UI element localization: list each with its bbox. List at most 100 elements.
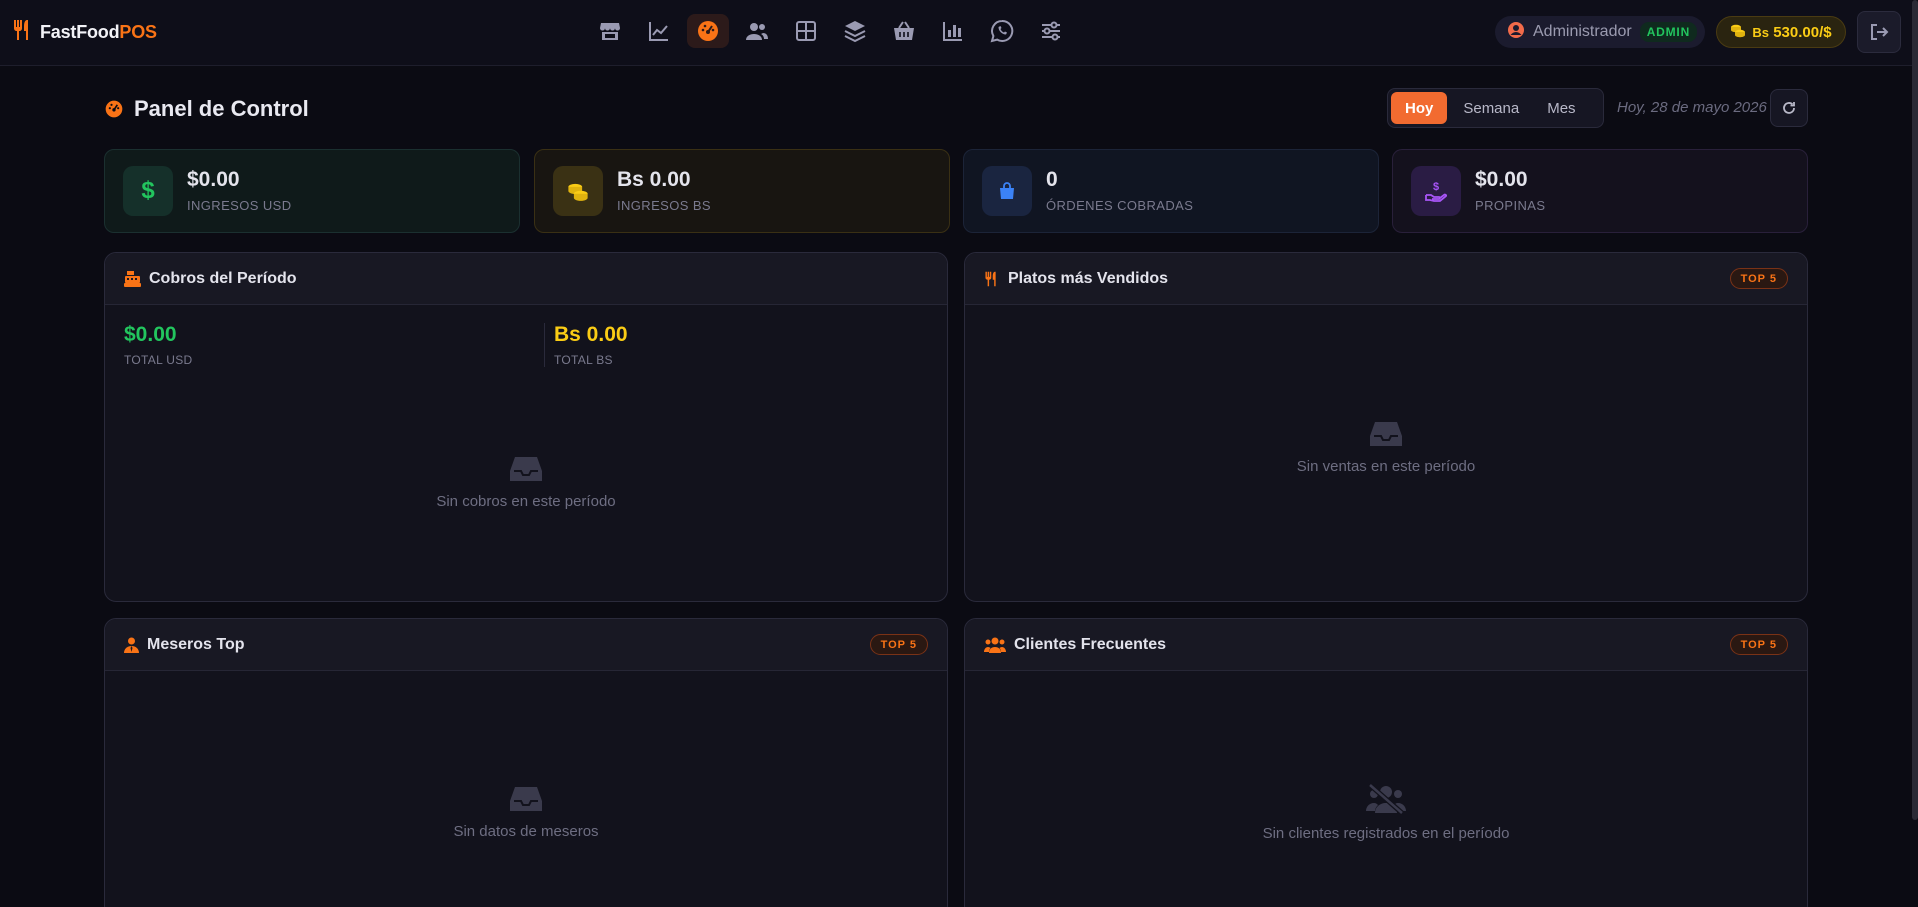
panel-clientes: Clientes Frecuentes TOP 5 Sin clientes r… — [964, 618, 1808, 907]
users-slash-icon — [1366, 783, 1406, 815]
stat-value: $0.00 — [1475, 168, 1528, 191]
period-today-button[interactable]: Hoy — [1391, 92, 1448, 124]
inbox-icon — [510, 787, 542, 811]
nav-store[interactable] — [589, 14, 631, 48]
nav-tables[interactable] — [785, 14, 827, 48]
empty-state: Sin ventas en este período — [965, 420, 1807, 475]
total-usd-label: TOTAL USD — [124, 353, 193, 367]
basket-icon — [894, 21, 914, 40]
total-bs-label: TOTAL BS — [554, 353, 613, 367]
user-circle-icon — [1507, 21, 1525, 44]
nav-orders[interactable] — [883, 14, 925, 48]
store-icon — [600, 23, 620, 40]
empty-state-text: Sin clientes registrados en el período — [1262, 825, 1510, 842]
panel-title: Platos más Vendidos — [1008, 269, 1169, 287]
empty-state-text: Sin ventas en este período — [1296, 458, 1476, 475]
refresh-button[interactable] — [1770, 89, 1808, 127]
panel-cobros: Cobros del Período $0.00 TOTAL USD Bs 0.… — [104, 252, 948, 602]
current-date: Hoy, 28 de mayo 2026 — [1617, 99, 1767, 116]
nav-dashboard[interactable] — [687, 14, 729, 48]
stat-value: 0 — [1046, 168, 1058, 191]
stat-card-usd: $ $0.00 INGRESOS USD — [104, 149, 520, 233]
panel-header: Meseros Top — [105, 619, 947, 671]
inbox-icon — [510, 457, 542, 481]
brand-logo[interactable]: FastFoodPOS — [12, 18, 157, 46]
dollar-icon: $ — [123, 166, 173, 216]
logout-icon — [1871, 24, 1889, 40]
stat-label: PROPINAS — [1475, 198, 1546, 213]
total-bs-value: Bs 0.00 — [554, 323, 628, 346]
empty-state-text: Sin datos de meseros — [453, 823, 599, 840]
panel-platos: Platos más Vendidos TOP 5 Sin ventas en … — [964, 252, 1808, 602]
user-tie-icon — [124, 637, 139, 653]
logout-button[interactable] — [1857, 11, 1901, 53]
main-nav — [589, 14, 1072, 48]
empty-state: Sin clientes registrados en el período — [965, 783, 1807, 842]
user-name: Administrador — [1533, 23, 1632, 40]
stat-label: ÓRDENES COBRADAS — [1046, 198, 1194, 213]
stat-label: INGRESOS BS — [617, 198, 711, 213]
empty-state-text: Sin cobros en este período — [436, 493, 616, 510]
top-badge: TOP 5 — [1729, 634, 1788, 655]
stat-card-tips: $ $0.00 PROPINAS — [1392, 149, 1808, 233]
top-badge: TOP 5 — [869, 634, 928, 655]
nav-users[interactable] — [736, 14, 778, 48]
panel-header: Clientes Frecuentes — [965, 619, 1807, 671]
top-badge: TOP 5 — [1729, 268, 1788, 289]
top-bar: FastFoodPOS Administrador ADMIN Bs 530.0… — [0, 0, 1912, 66]
refresh-icon — [1783, 102, 1795, 114]
users-icon — [746, 23, 768, 40]
stat-card-orders: 0 ÓRDENES COBRADAS — [963, 149, 1379, 233]
layers-icon — [844, 21, 866, 43]
table-icon — [796, 21, 816, 41]
period-week-button[interactable]: Semana — [1451, 92, 1531, 124]
dashboard-icon — [698, 21, 718, 41]
hand-holding-dollar-icon: $ — [1411, 166, 1461, 216]
chart-line-icon — [649, 22, 668, 41]
coins-icon — [553, 166, 603, 216]
exchange-rate[interactable]: Bs 530.00/$ — [1716, 16, 1846, 48]
brand-name-main: FastFood — [40, 21, 120, 42]
panel-title: Meseros Top — [147, 635, 245, 653]
page-title: Panel de Control — [104, 96, 309, 122]
panel-meseros: Meseros Top TOP 5 Sin datos de meseros — [104, 618, 948, 907]
rate-prefix: Bs — [1752, 24, 1770, 40]
period-selector: Hoy Semana Mes — [1387, 88, 1604, 128]
whatsapp-icon — [990, 19, 1014, 43]
period-month-button[interactable]: Mes — [1535, 92, 1587, 124]
svg-text:$: $ — [1433, 181, 1439, 193]
bar-chart-icon — [943, 22, 962, 41]
users-icon — [984, 637, 1006, 653]
page-title-text: Panel de Control — [134, 96, 309, 121]
stat-value: Bs 0.00 — [617, 168, 691, 191]
shopping-bag-icon — [982, 166, 1032, 216]
total-usd-value: $0.00 — [124, 323, 177, 346]
panel-title: Cobros del Período — [149, 269, 297, 287]
nav-inventory[interactable] — [834, 14, 876, 48]
panel-header: Platos más Vendidos — [965, 253, 1807, 305]
role-badge: ADMIN — [1639, 22, 1698, 42]
nav-analytics[interactable] — [638, 14, 680, 48]
nav-whatsapp[interactable] — [981, 14, 1023, 48]
utensils-icon — [985, 271, 996, 286]
user-menu[interactable]: Administrador ADMIN — [1495, 16, 1705, 48]
brand-name: FastFoodPOS — [40, 22, 157, 43]
stat-card-bs: Bs 0.00 INGRESOS BS — [534, 149, 950, 233]
cash-register-icon — [124, 270, 141, 287]
nav-settings[interactable] — [1030, 14, 1072, 48]
sliders-icon — [1042, 21, 1060, 41]
inbox-icon — [1370, 422, 1402, 446]
empty-state: Sin datos de meseros — [105, 785, 947, 840]
rate-value: Bs 530.00/$ — [1752, 24, 1831, 41]
brand-name-accent: POS — [119, 21, 157, 42]
rate-amount: 530.00/$ — [1773, 23, 1832, 41]
stat-value: $0.00 — [187, 168, 240, 191]
coins-icon — [1730, 22, 1746, 43]
nav-reports[interactable] — [932, 14, 974, 48]
panel-title: Clientes Frecuentes — [1014, 635, 1167, 653]
totals-divider — [544, 323, 545, 367]
page-scrollbar[interactable] — [1912, 0, 1918, 820]
utensils-icon — [12, 18, 34, 47]
stat-label: INGRESOS USD — [187, 198, 292, 213]
empty-state: Sin cobros en este período — [105, 455, 947, 510]
